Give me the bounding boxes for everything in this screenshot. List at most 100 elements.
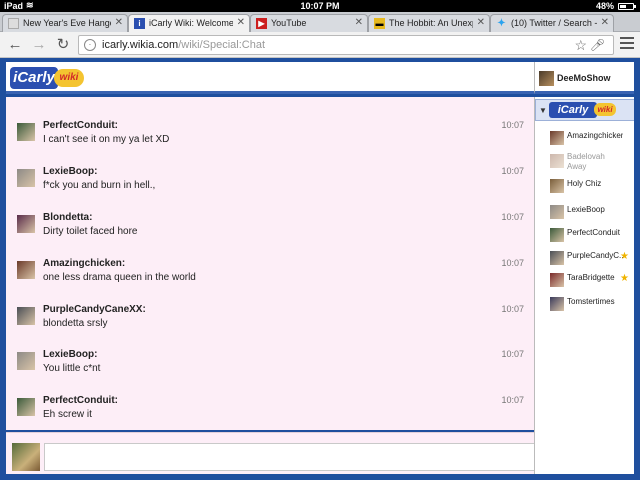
user-list-item[interactable]: Tomstertimes xyxy=(535,293,635,315)
message-text: Dirty toilet faced hore xyxy=(43,226,138,237)
message-time: 10:07 xyxy=(501,349,524,359)
close-icon[interactable]: ✕ xyxy=(477,17,485,28)
avatar xyxy=(12,443,40,471)
message-time: 10:07 xyxy=(501,120,524,130)
mini-logo-brand: iCarly xyxy=(549,102,597,118)
avatar[interactable] xyxy=(17,169,35,187)
browser-toolbar: ← → ↻ · icarly.wikia.com/wiki/Special:Ch… xyxy=(0,32,640,58)
message-author[interactable]: LexieBoop: xyxy=(43,166,97,177)
avatar[interactable] xyxy=(17,352,35,370)
reload-icon[interactable]: ↻ xyxy=(54,36,72,54)
avatar[interactable] xyxy=(17,261,35,279)
message-time: 10:07 xyxy=(501,258,524,268)
message-author[interactable]: PerfectConduit: xyxy=(43,120,118,131)
message-time: 10:07 xyxy=(501,166,524,176)
omnibox[interactable]: · icarly.wikia.com/wiki/Special:Chat ☆ 🎤… xyxy=(78,35,614,55)
message-text: one less drama queen in the world xyxy=(43,272,196,283)
message-text: Eh screw it xyxy=(43,409,92,420)
icarly-favicon: i xyxy=(134,18,145,29)
tab-icarly-wiki[interactable]: i iCarly Wiki: Welcome to t ✕ xyxy=(128,14,250,33)
user-list-item[interactable]: Holy Chiz xyxy=(535,175,635,197)
avatar xyxy=(550,273,564,287)
chat-input[interactable] xyxy=(44,443,535,471)
message-text: I can't see it on my ya let XD xyxy=(43,134,170,145)
message-author[interactable]: Amazingchicken: xyxy=(43,258,125,269)
current-user-name: DeeMoShow xyxy=(557,73,611,83)
star-icon: ★ xyxy=(620,251,629,262)
user-list-item[interactable]: PurpleCandyC... ★ xyxy=(535,247,635,269)
back-arrow-icon[interactable]: ← xyxy=(6,36,24,54)
url-path: /wiki/Special:Chat xyxy=(178,39,266,51)
star-icon: ★ xyxy=(620,273,629,284)
message-author[interactable]: PerfectConduit: xyxy=(43,395,118,406)
mini-logo-wiki: wiki xyxy=(594,103,616,116)
user-name: Amazingchicken xyxy=(567,131,623,140)
close-icon[interactable]: ✕ xyxy=(237,17,245,28)
avatar[interactable] xyxy=(17,398,35,416)
avatar xyxy=(550,131,564,145)
tab-label: New Year's Eve Hangout xyxy=(23,18,111,28)
avatar xyxy=(550,154,564,168)
message-author[interactable]: LexieBoop: xyxy=(43,349,97,360)
close-icon[interactable]: ✕ xyxy=(115,17,123,28)
user-name: Tomstertimes xyxy=(567,297,615,306)
avatar xyxy=(550,297,564,311)
avatar xyxy=(550,228,564,242)
page-info-icon[interactable]: · xyxy=(84,39,96,51)
user-name: TaraBridgette xyxy=(567,273,615,282)
avatar[interactable] xyxy=(17,307,35,325)
bookmark-star-icon[interactable]: ☆ xyxy=(574,37,587,54)
tab-twitter[interactable]: ✦ (10) Twitter / Search - #xd ✕ xyxy=(490,14,614,32)
message-time: 10:07 xyxy=(501,212,524,222)
tab-label: YouTube xyxy=(271,18,307,28)
tab-hobbit[interactable]: ▬ The Hobbit: An Unexpect ✕ xyxy=(368,14,490,32)
tab-new-years-eve[interactable]: New Year's Eve Hangout ✕ xyxy=(2,14,128,32)
user-list-item[interactable]: Badelovah Away xyxy=(535,150,635,172)
user-list: ▼ iCarly wiki Amazingchicken Badelovah A… xyxy=(534,97,635,474)
url-host: icarly.wikia.com xyxy=(102,39,179,51)
chat-message: Amazingchicken: one less drama queen in … xyxy=(6,255,534,295)
message-text: You little c*nt xyxy=(43,363,101,374)
page-edge xyxy=(634,58,640,480)
chat-message: Blondetta: Dirty toilet faced hore 10:07 xyxy=(6,209,534,249)
avatar[interactable] xyxy=(17,123,35,141)
chat-message: PerfectConduit: Eh screw it 10:07 xyxy=(6,392,534,430)
chat-header: iCarly wiki xyxy=(6,62,534,94)
youtube-favicon: ▶ xyxy=(256,18,267,29)
imdb-favicon: ▬ xyxy=(374,18,385,29)
message-time: 10:07 xyxy=(501,304,524,314)
avatar[interactable] xyxy=(17,215,35,233)
message-author[interactable]: PurpleCandyCaneXX: xyxy=(43,304,146,315)
tab-strip: New Year's Eve Hangout ✕ i iCarly Wiki: … xyxy=(0,12,640,33)
status-bar: iPad ≋ 10:07 PM 48% xyxy=(0,0,640,12)
user-list-item[interactable]: TaraBridgette ★ xyxy=(535,269,635,291)
tab-youtube[interactable]: ▶ YouTube ✕ xyxy=(250,14,368,32)
microphone-icon[interactable]: 🎤︎ xyxy=(590,38,605,52)
tab-label: iCarly Wiki: Welcome to t xyxy=(149,18,233,28)
icarly-wiki-logo[interactable]: iCarly wiki xyxy=(10,67,84,89)
logo-brand: iCarly xyxy=(10,67,58,89)
user-name: PurpleCandyC... xyxy=(567,251,623,260)
chat-message: PurpleCandyCaneXX: blondetta srsly 10:07 xyxy=(6,301,534,341)
tab-label: (10) Twitter / Search - #xd xyxy=(511,18,597,28)
user-list-item[interactable]: Amazingchicken xyxy=(535,127,635,149)
avatar xyxy=(550,205,564,219)
forward-arrow-icon[interactable]: → xyxy=(30,36,48,54)
chat-messages[interactable]: PerfectConduit: I can't see it on my ya … xyxy=(6,97,534,430)
close-icon[interactable]: ✕ xyxy=(601,17,609,28)
battery-icon xyxy=(618,3,636,10)
battery-percent: 48% xyxy=(595,1,614,11)
wiki-room-header[interactable]: ▼ iCarly wiki xyxy=(535,99,635,121)
close-icon[interactable]: ✕ xyxy=(355,17,363,28)
url-text[interactable]: icarly.wikia.com/wiki/Special:Chat xyxy=(102,39,265,51)
collapse-arrow-icon[interactable]: ▼ xyxy=(539,106,547,115)
user-name: LexieBoop xyxy=(567,205,605,214)
user-list-item[interactable]: PerfectConduit xyxy=(535,224,635,246)
user-list-item[interactable]: LexieBoop xyxy=(535,201,635,223)
message-text: blondetta srsly xyxy=(43,318,108,329)
current-user-header[interactable]: DeeMoShow xyxy=(534,62,634,94)
message-time: 10:07 xyxy=(501,395,524,405)
message-author[interactable]: Blondetta: xyxy=(43,212,92,223)
menu-icon[interactable] xyxy=(620,37,634,51)
chat-input-area xyxy=(6,432,535,474)
